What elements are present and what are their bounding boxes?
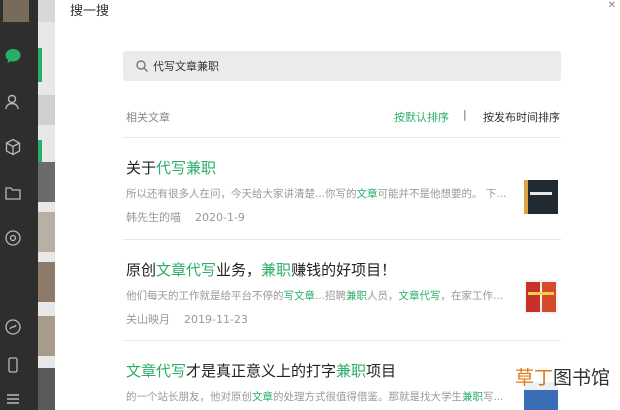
article-date: 2019-11-23: [184, 313, 248, 326]
article-author: 关山映月: [126, 313, 170, 326]
search-icon: [136, 60, 148, 72]
chat-item-unread-marker: [38, 48, 42, 82]
results-label: 相关文章: [126, 111, 170, 124]
search-panel: 搜一搜 ✕ 代写文章兼职 相关文章 按默认排序 | 按发布时间排序 关于代写兼职…: [55, 0, 620, 410]
nav-rail: [0, 0, 38, 410]
article-title[interactable]: 关于代写兼职: [126, 157, 566, 178]
sort-default-button[interactable]: 按默认排序: [394, 109, 449, 125]
window-title: 搜一搜: [70, 4, 110, 19]
article-meta: 关山映月 2019-11-23: [126, 311, 566, 327]
chat-item[interactable]: [38, 368, 55, 410]
article-meta: 韩先生的喵 2020-1-9: [126, 209, 566, 225]
chat-icon[interactable]: [4, 47, 22, 65]
mini-program-icon[interactable]: [4, 318, 22, 336]
folder-icon[interactable]: [4, 184, 22, 202]
article-item[interactable]: 文章代写才是真正意义上的打字兼职项目 的一个站长朋友，他对原创文章的处理方式很值…: [126, 360, 566, 404]
article-summary: 的一个站长朋友，他对原创文章的处理方式很值得借鉴。那就是找大学生兼职写...: [126, 391, 504, 403]
chat-list-edge: [38, 0, 55, 410]
article-item[interactable]: 原创文章代写业务，兼职赚钱的好项目！ 他们每天的工作就是给平台不停的写文章...…: [126, 259, 566, 327]
chat-item[interactable]: [38, 162, 55, 202]
divider: [123, 137, 561, 138]
article-thumbnail[interactable]: [524, 280, 558, 314]
article-author: 韩先生的喵: [126, 211, 181, 224]
menu-icon[interactable]: [4, 390, 22, 408]
avatar[interactable]: [3, 0, 29, 22]
article-summary: 他们每天的工作就是给平台不停的写文章...招聘兼职人员，文章代写，在家工作...: [126, 290, 504, 302]
article-summary: 所以还有很多人在问，今天给大家讲清楚...你写的文章可能并不是他想要的。 下..…: [126, 188, 507, 200]
article-item[interactable]: 关于代写兼职 所以还有很多人在问，今天给大家讲清楚...你写的文章可能并不是他想…: [126, 157, 566, 225]
contacts-icon[interactable]: [4, 93, 22, 111]
chat-item[interactable]: [38, 262, 55, 302]
divider: [123, 239, 561, 240]
watermark: 草丁图书馆: [512, 363, 612, 390]
chat-item[interactable]: [38, 212, 55, 252]
close-icon[interactable]: ✕: [608, 0, 616, 11]
phone-icon[interactable]: [4, 356, 22, 374]
chat-item[interactable]: [38, 316, 55, 356]
divider: [123, 340, 561, 341]
moments-icon[interactable]: [4, 229, 22, 247]
search-input[interactable]: 代写文章兼职: [123, 51, 561, 81]
search-query: 代写文章兼职: [153, 60, 219, 73]
favorites-cube-icon[interactable]: [4, 138, 22, 156]
article-thumbnail[interactable]: [524, 180, 558, 214]
article-title[interactable]: 原创文章代写业务，兼职赚钱的好项目！: [126, 259, 566, 280]
article-date: 2020-1-9: [195, 211, 245, 224]
sort-separator: |: [463, 108, 467, 121]
article-title[interactable]: 文章代写才是真正意义上的打字兼职项目: [126, 360, 566, 381]
wechat-window: 搜一搜 ✕ 代写文章兼职 相关文章 按默认排序 | 按发布时间排序 关于代写兼职…: [0, 0, 620, 410]
chat-item[interactable]: [38, 0, 55, 22]
chat-item[interactable]: [38, 95, 55, 125]
sort-by-time-button[interactable]: 按发布时间排序: [483, 109, 560, 125]
